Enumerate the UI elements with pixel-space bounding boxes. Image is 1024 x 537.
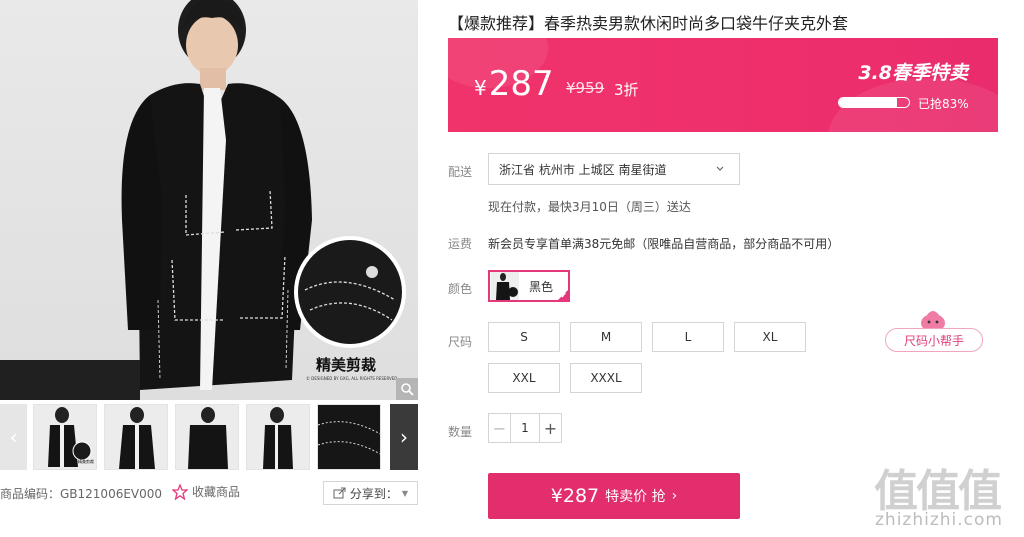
- original-price: ¥959: [566, 79, 605, 97]
- size-helper-label: 尺码小帮手: [885, 328, 983, 352]
- size-label: 尺码: [448, 335, 473, 349]
- thumb-next-chevron-right-icon[interactable]: ›: [390, 404, 418, 470]
- product-code: 商品编码：GB121006EV000: [0, 487, 163, 501]
- quantity-stepper: − 1 +: [488, 413, 562, 443]
- shipping-info: 新会员专享首单满38元免邮（限唯品自营商品，部分商品不可用）: [488, 237, 840, 251]
- share-icon: [333, 487, 346, 499]
- sold-progress-bar: [838, 97, 910, 108]
- discount-label: 3折: [614, 81, 639, 99]
- size-option-xxl[interactable]: XXL: [488, 363, 560, 393]
- thumb-prev-chevron-left-icon[interactable]: ‹: [0, 404, 27, 470]
- sale-price-value: 287: [488, 64, 554, 104]
- check-icon: ✔: [560, 291, 567, 300]
- chevron-down-icon: [716, 166, 724, 171]
- favorite-label: 收藏商品: [192, 485, 241, 499]
- watermark-url: zhizhizhi.com: [875, 510, 1003, 530]
- sold-progress-text: 已抢83%: [918, 97, 969, 111]
- product-page: 精美剪裁 © DESIGNED BY GXG, ALL RIGHTS RESER…: [0, 0, 1024, 537]
- thumbnail-5[interactable]: [317, 404, 381, 470]
- thumbnail-3[interactable]: [175, 404, 239, 470]
- thumbnail-1[interactable]: 精美剪裁: [33, 404, 97, 470]
- thumbnail-2[interactable]: [104, 404, 168, 470]
- main-image-caption: 精美剪裁: [316, 356, 377, 374]
- shipping-label: 运费: [448, 237, 473, 251]
- color-option-black[interactable]: 黑色 ✔: [488, 270, 570, 302]
- size-helper-button[interactable]: 尺码小帮手: [885, 309, 985, 353]
- plus-icon[interactable]: +: [539, 414, 561, 442]
- size-option-m[interactable]: M: [570, 322, 642, 352]
- chevron-right-icon: ›: [671, 488, 678, 504]
- buy-label: 特卖价 抢: [605, 489, 666, 505]
- promo-tag: 3.8春季特卖: [858, 62, 968, 84]
- size-option-l[interactable]: L: [652, 322, 724, 352]
- main-product-image[interactable]: 精美剪裁 © DESIGNED BY GXG, ALL RIGHTS RESER…: [0, 0, 418, 400]
- size-option-xl[interactable]: XL: [734, 322, 806, 352]
- currency-symbol: ¥: [474, 76, 487, 100]
- price-banner: ¥ 287 ¥959 3折 3.8春季特卖 已抢83%: [448, 38, 998, 132]
- star-icon: [172, 483, 188, 500]
- color-label: 颜色: [448, 282, 473, 296]
- zoom-icon[interactable]: [396, 378, 418, 400]
- quantity-value[interactable]: 1: [511, 414, 539, 442]
- delivery-estimate: 现在付款，最快3月10日（周三）送达: [488, 200, 691, 214]
- size-option-s[interactable]: S: [488, 322, 560, 352]
- share-dropdown[interactable]: 分享到： ▼: [323, 481, 418, 505]
- size-option-xxxl[interactable]: XXXL: [570, 363, 642, 393]
- favorite-button[interactable]: 收藏商品: [172, 483, 240, 500]
- product-title: 【爆款推荐】春季热卖男款休闲时尚多口袋牛仔夹克外套: [448, 14, 849, 33]
- thumbnail-caption: 精美剪裁: [78, 459, 94, 464]
- model-photo: [0, 0, 406, 400]
- address-value: 浙江省 杭州市 上城区 南星街道: [499, 162, 667, 177]
- thumbnail-4[interactable]: [246, 404, 310, 470]
- thumbnail-strip: ‹ 精美剪裁 ›: [0, 404, 418, 470]
- address-select[interactable]: 浙江省 杭州市 上城区 南星街道: [488, 153, 740, 185]
- main-image-fine-print: © DESIGNED BY GXG, ALL RIGHTS RESERVED.: [306, 376, 399, 381]
- minus-icon[interactable]: −: [489, 414, 511, 442]
- sold-progress-fill: [839, 98, 898, 107]
- caret-down-icon: ▼: [401, 488, 409, 498]
- site-watermark: 值值值 zhizhizhi.com: [872, 455, 1022, 535]
- color-swatch-image: [491, 272, 519, 300]
- color-option-label: 黑色: [529, 279, 554, 294]
- sale-price: ¥ 287: [474, 64, 554, 104]
- delivery-label: 配送: [448, 165, 473, 179]
- buy-price: ¥287: [550, 485, 600, 507]
- share-label: 分享到：: [349, 486, 398, 501]
- quantity-label: 数量: [448, 425, 473, 439]
- buy-now-button[interactable]: ¥287 特卖价 抢 ›: [488, 473, 740, 519]
- product-meta-row: 商品编码：GB121006EV000 收藏商品 分享到： ▼: [0, 480, 418, 506]
